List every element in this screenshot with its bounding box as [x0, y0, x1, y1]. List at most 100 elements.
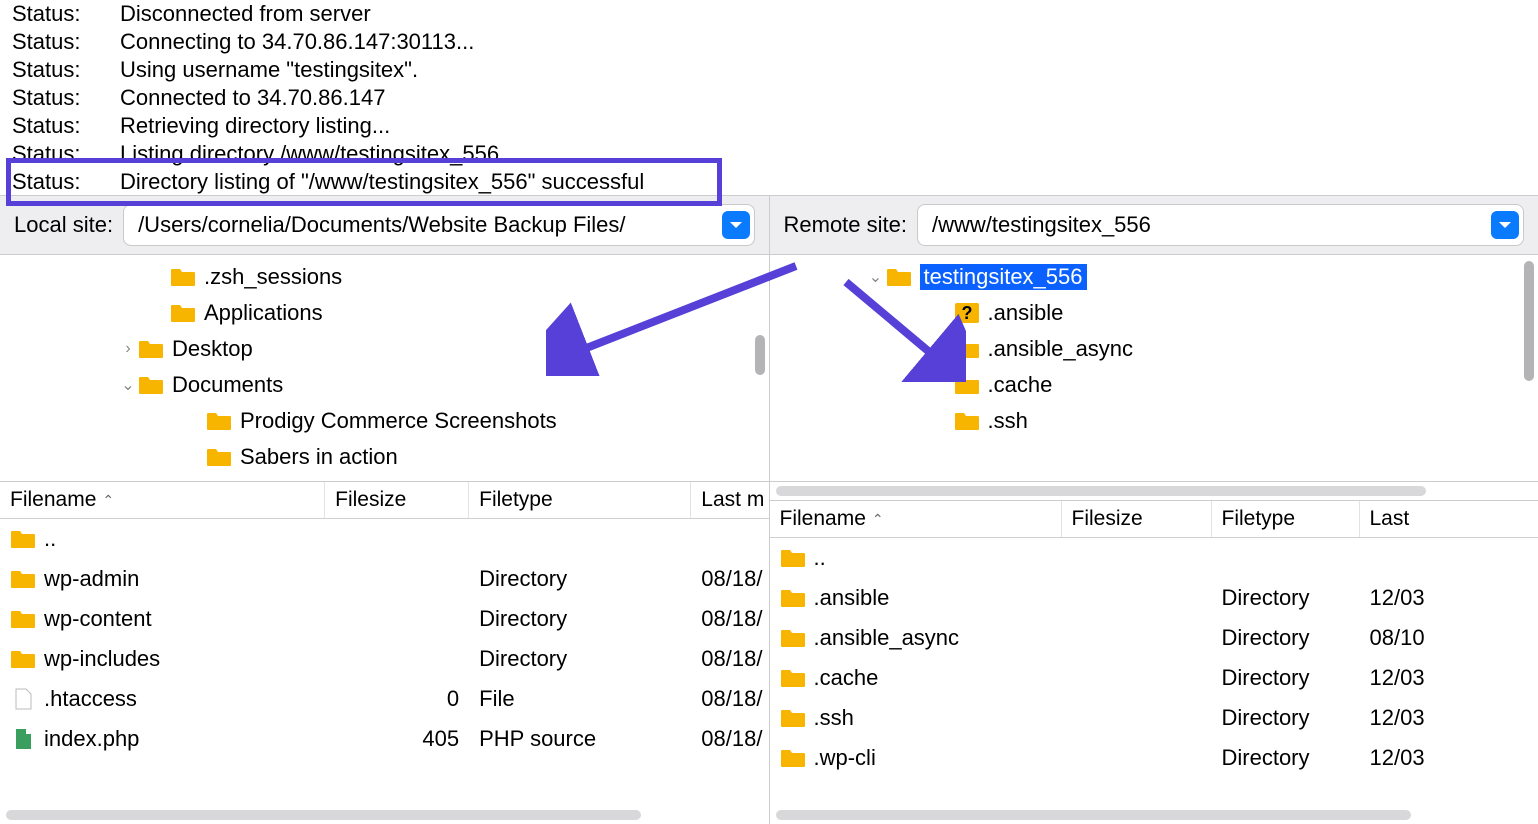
file-name: .cache	[814, 665, 879, 691]
scrollbar-thumb[interactable]	[755, 335, 765, 375]
log-row: Status:Connecting to 34.70.86.147:30113.…	[12, 28, 1526, 56]
remote-tree[interactable]: ⌄testingsitex_556? .ansible .ansible_async…	[770, 255, 1538, 482]
folder-icon	[10, 648, 36, 670]
tree-item[interactable]: .cache	[770, 367, 1538, 403]
column-header-mod[interactable]: Last m	[691, 482, 768, 518]
folder-icon	[170, 266, 196, 288]
remote-list-header[interactable]: Filename ⌃ Filesize Filetype Last	[770, 501, 1538, 538]
tree-item-label: Desktop	[172, 336, 253, 362]
remote-site-bar: Remote site:	[770, 196, 1538, 255]
svg-text:?: ?	[961, 303, 972, 323]
remote-file-list[interactable]: ...ansibleDirectory12/03.ansible_asyncDi…	[770, 538, 1538, 806]
file-row[interactable]: .sshDirectory12/03	[770, 698, 1538, 738]
column-label: Filetype	[1222, 507, 1296, 531]
local-file-list[interactable]: ..wp-adminDirectory08/18/wp-contentDirec…	[0, 519, 769, 806]
dropdown-icon[interactable]	[722, 211, 750, 239]
column-header-type[interactable]: Filetype	[1212, 501, 1360, 537]
file-name: index.php	[44, 726, 139, 752]
file-modified: 12/03	[1360, 745, 1440, 771]
tree-item[interactable]: ⌄testingsitex_556	[770, 259, 1538, 295]
file-row[interactable]: .ansible_asyncDirectory08/10	[770, 618, 1538, 658]
remote-site-combo[interactable]	[917, 204, 1524, 246]
remote-hscroll[interactable]	[770, 806, 1538, 824]
folder-icon	[10, 608, 36, 630]
file-row[interactable]: index.php405PHP source08/18/	[0, 719, 769, 759]
remote-tree-hscroll[interactable]	[770, 482, 1538, 501]
file-row[interactable]: .wp-cli Directory12/03	[770, 738, 1538, 778]
file-type: Directory	[469, 646, 691, 672]
tree-item[interactable]: ⌄Documents	[0, 367, 769, 403]
local-site-combo[interactable]	[123, 204, 754, 246]
column-header-size[interactable]: Filesize	[1062, 501, 1212, 537]
tree-item-label: .ansible	[988, 300, 1064, 326]
file-row[interactable]: .htaccess0File08/18/	[0, 679, 769, 719]
column-header-size[interactable]: Filesize	[325, 482, 469, 518]
column-header-name[interactable]: Filename ⌃	[770, 501, 1062, 537]
tree-item[interactable]: Sabers in action	[0, 439, 769, 475]
column-label: Filesize	[1072, 507, 1143, 531]
scrollbar-thumb[interactable]	[6, 810, 641, 820]
file-row[interactable]: ..	[770, 538, 1538, 578]
tree-item[interactable]: › Desktop	[0, 331, 769, 367]
file-modified: 08/18/	[691, 606, 768, 632]
chevron-down-icon[interactable]: ⌄	[118, 375, 138, 395]
tree-item[interactable]: Applications	[0, 295, 769, 331]
sort-asc-icon: ⌃	[872, 511, 884, 528]
log-row: Status:Listing directory /www/testingsit…	[12, 140, 1526, 168]
tree-item[interactable]: Prodigy Commerce Screenshots	[0, 403, 769, 439]
folder-icon	[206, 446, 232, 468]
column-header-name[interactable]: Filename⌃	[0, 482, 325, 518]
tree-item[interactable]: ? .ansible	[770, 295, 1538, 331]
column-label: Filename	[780, 507, 866, 531]
file-row[interactable]: wp-contentDirectory08/18/	[0, 599, 769, 639]
folder-icon	[954, 374, 980, 396]
file-modified: 08/18/	[691, 646, 768, 672]
file-name: wp-includes	[44, 646, 160, 672]
chevron-right-icon[interactable]: ›	[118, 340, 138, 358]
tree-item[interactable]: .ssh	[770, 403, 1538, 439]
log-label: Status:	[12, 28, 120, 56]
status-log: Status:Disconnected from serverStatus:Co…	[0, 0, 1538, 196]
file-type: Directory	[1212, 665, 1360, 691]
log-message: Directory listing of "/www/testingsitex_…	[120, 168, 1526, 196]
folder-icon	[206, 410, 232, 432]
tree-item-label: Applications	[204, 300, 323, 326]
tree-item[interactable]: .ansible_async	[770, 331, 1538, 367]
tree-item-label: .ssh	[988, 408, 1028, 434]
file-modified: 12/03	[1360, 585, 1440, 611]
sort-asc-icon: ⌃	[102, 492, 114, 509]
file-row[interactable]: wp-adminDirectory08/18/	[0, 559, 769, 599]
remote-path-input[interactable]	[930, 211, 1491, 239]
log-row: Status:Using username "testingsitex".	[12, 56, 1526, 84]
local-site-label: Local site:	[14, 212, 113, 238]
column-header-type[interactable]: Filetype	[469, 482, 691, 518]
local-hscroll[interactable]	[0, 806, 769, 824]
tree-item[interactable]: .zsh_sessions	[0, 259, 769, 295]
log-row: Status:Disconnected from server	[12, 0, 1526, 28]
chevron-down-icon[interactable]: ⌄	[866, 267, 886, 287]
scrollbar-thumb[interactable]	[776, 486, 1427, 496]
local-path-input[interactable]	[136, 211, 721, 239]
tree-item-label: .zsh_sessions	[204, 264, 342, 290]
file-modified: 08/18/	[691, 566, 768, 592]
log-message: Connecting to 34.70.86.147:30113...	[120, 28, 1526, 56]
dropdown-icon[interactable]	[1491, 211, 1519, 239]
file-row[interactable]: ..	[0, 519, 769, 559]
scrollbar-thumb[interactable]	[776, 810, 1411, 820]
local-tree[interactable]: .zsh_sessions Applications › Desktop ⌄Docume…	[0, 255, 769, 482]
file-icon	[10, 688, 36, 710]
file-type: Directory	[469, 566, 691, 592]
file-row[interactable]: wp-includes Directory08/18/	[0, 639, 769, 679]
column-header-mod[interactable]: Last	[1360, 501, 1440, 537]
file-row[interactable]: .ansibleDirectory12/03	[770, 578, 1538, 618]
local-list-header[interactable]: Filename⌃FilesizeFiletypeLast m	[0, 482, 769, 519]
folder-icon	[780, 627, 806, 649]
file-row[interactable]: .cacheDirectory12/03	[770, 658, 1538, 698]
folder-icon	[780, 707, 806, 729]
log-label: Status:	[12, 84, 120, 112]
tree-item-label: .cache	[988, 372, 1053, 398]
file-name: .wp-cli	[814, 745, 876, 771]
file-type: Directory	[1212, 745, 1360, 771]
log-row: Status:Retrieving directory listing...	[12, 112, 1526, 140]
scrollbar-thumb[interactable]	[1524, 261, 1534, 381]
